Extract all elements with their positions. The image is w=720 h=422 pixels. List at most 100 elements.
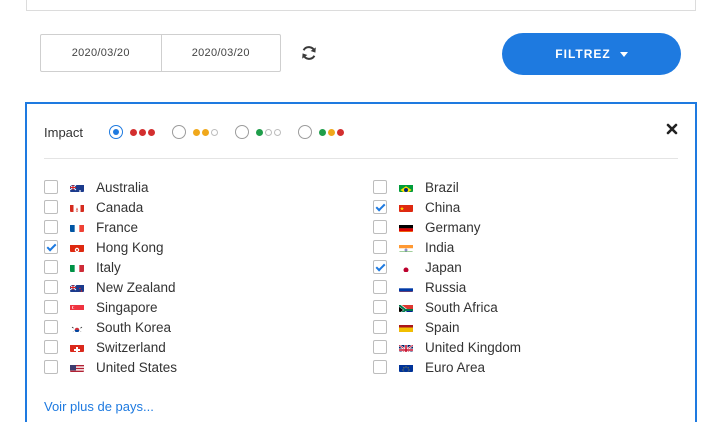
country-checkbox[interactable]: [44, 200, 58, 214]
country-name: United States: [96, 359, 178, 375]
impact-dot-icon: [193, 128, 201, 136]
country-item-cn[interactable]: China: [373, 197, 521, 217]
impact-radio[interactable]: [172, 125, 187, 139]
more-countries-link[interactable]: Voir plus de pays...: [44, 399, 154, 414]
impact-dot-icon: [319, 128, 327, 136]
country-item-de[interactable]: Germany: [373, 217, 521, 237]
country-item-gb[interactable]: United Kingdom: [373, 337, 521, 357]
country-item-br[interactable]: Brazil: [373, 177, 521, 197]
top-container-edge: [26, 0, 696, 11]
country-checkbox[interactable]: [373, 320, 387, 334]
country-checkbox[interactable]: [44, 320, 58, 334]
country-item-eu[interactable]: Euro Area: [373, 357, 521, 377]
country-checkbox[interactable]: [373, 300, 387, 314]
country-name: Japan: [425, 259, 462, 275]
country-item-us[interactable]: United States: [44, 357, 177, 377]
country-checkbox[interactable]: [373, 340, 387, 354]
impact-dot-icon: [328, 128, 336, 136]
flag-de-icon: [399, 222, 413, 232]
country-item-ru[interactable]: Russia: [373, 277, 521, 297]
flag-gb-icon: [399, 342, 413, 352]
impact-dot-icon: [265, 128, 273, 136]
impact-option-3[interactable]: [235, 125, 283, 139]
country-checkbox[interactable]: [44, 300, 58, 314]
country-checkbox[interactable]: [44, 180, 58, 194]
country-name: South Africa: [425, 299, 498, 315]
date-range-picker[interactable]: 2020/03/20 2020/03/20: [40, 34, 281, 72]
country-item-ch[interactable]: Switzerland: [44, 337, 177, 357]
country-checkbox[interactable]: [44, 360, 58, 374]
flag-sg-icon: [70, 302, 84, 312]
country-item-in[interactable]: India: [373, 237, 521, 257]
impact-radio[interactable]: [109, 125, 124, 139]
country-checkbox[interactable]: [373, 200, 387, 214]
country-checkbox[interactable]: [44, 280, 58, 294]
filter-button-label: FILTREZ: [555, 47, 611, 61]
country-name: France: [96, 219, 139, 235]
impact-label: Impact: [44, 124, 84, 140]
impact-option-1[interactable]: [109, 125, 157, 139]
country-name: Spain: [425, 319, 460, 335]
country-item-es[interactable]: Spain: [373, 317, 521, 337]
country-name: Australia: [96, 179, 149, 195]
start-date-field[interactable]: 2020/03/20: [41, 35, 161, 71]
country-checkbox[interactable]: [373, 360, 387, 374]
country-name: India: [425, 239, 455, 255]
impact-dot-icon: [130, 128, 138, 136]
country-checkbox[interactable]: [44, 240, 58, 254]
country-item-za[interactable]: South Africa: [373, 297, 521, 317]
refresh-icon[interactable]: [300, 44, 318, 62]
country-item-kr[interactable]: South Korea: [44, 317, 177, 337]
impact-dot-icon: [202, 128, 210, 136]
country-item-sg[interactable]: Singapore: [44, 297, 177, 317]
country-checkbox[interactable]: [44, 340, 58, 354]
end-date-field[interactable]: 2020/03/20: [160, 35, 281, 71]
flag-ca-icon: [70, 202, 84, 212]
country-checkbox[interactable]: [44, 220, 58, 234]
country-name: Italy: [96, 259, 121, 275]
impact-dot-icon: [211, 128, 219, 136]
divider: [44, 158, 678, 159]
country-list-left: Australia Canada France Hong Kong Italy New Z…: [44, 177, 177, 377]
country-item-jp[interactable]: Japan: [373, 257, 521, 277]
flag-us-icon: [70, 362, 84, 372]
flag-it-icon: [70, 262, 84, 272]
country-item-ca[interactable]: Canada: [44, 197, 177, 217]
country-item-nz[interactable]: New Zealand: [44, 277, 177, 297]
country-item-it[interactable]: Italy: [44, 257, 177, 277]
country-checkbox[interactable]: [373, 260, 387, 274]
country-name: Brazil: [425, 179, 459, 195]
country-checkbox[interactable]: [44, 260, 58, 274]
country-item-hk[interactable]: Hong Kong: [44, 237, 177, 257]
impact-option-2[interactable]: [172, 125, 220, 139]
country-checkbox[interactable]: [373, 220, 387, 234]
flag-in-icon: [399, 242, 413, 252]
country-checkbox[interactable]: [373, 240, 387, 254]
flag-es-icon: [399, 322, 413, 332]
country-checkbox[interactable]: [373, 280, 387, 294]
country-name: Switzerland: [96, 339, 166, 355]
impact-dot-icon: [256, 128, 264, 136]
flag-jp-icon: [399, 262, 413, 272]
impact-dot-icon: [148, 128, 156, 136]
country-name: Canada: [96, 199, 144, 215]
country-name: New Zealand: [96, 279, 176, 295]
country-item-fr[interactable]: France: [44, 217, 177, 237]
impact-radio[interactable]: [235, 125, 250, 139]
impact-options: [109, 125, 361, 139]
country-checkbox[interactable]: [373, 180, 387, 194]
close-icon[interactable]: [666, 123, 678, 135]
impact-dot-icon: [274, 128, 282, 136]
flag-ch-icon: [70, 342, 84, 352]
filter-button[interactable]: FILTREZ: [502, 33, 681, 75]
impact-radio[interactable]: [298, 125, 313, 139]
country-name: Russia: [425, 279, 467, 295]
impact-dot-icon: [337, 128, 345, 136]
country-list-right: Brazil China Germany India Japan Russia South …: [373, 177, 521, 377]
impact-option-4[interactable]: [298, 125, 346, 139]
country-item-au[interactable]: Australia: [44, 177, 177, 197]
country-name: Hong Kong: [96, 239, 164, 255]
flag-kr-icon: [70, 322, 84, 332]
country-name: Germany: [425, 219, 481, 235]
flag-eu-icon: [399, 362, 413, 372]
